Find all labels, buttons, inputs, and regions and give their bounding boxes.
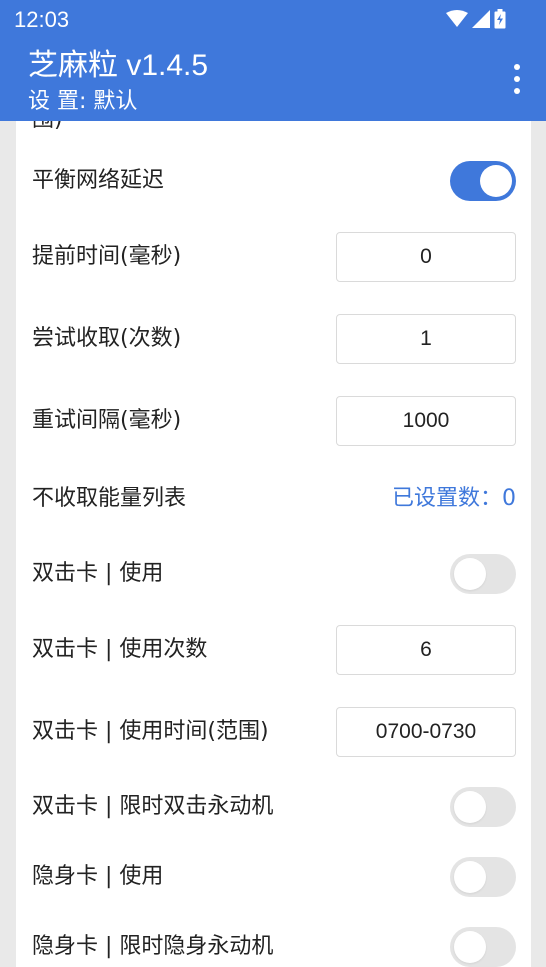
setting-double-card-limited: 双击卡 | 限时双击永动机 (16, 777, 531, 837)
setting-label: 隐身卡 | 限时隐身永动机 (32, 934, 274, 959)
retry-interval-input[interactable]: 1000 (336, 396, 516, 446)
setting-label: 双击卡 | 使用 (32, 561, 164, 586)
toggle-knob (454, 861, 486, 893)
try-collect-input[interactable]: 1 (336, 314, 516, 364)
double-card-limited-toggle[interactable] (450, 787, 516, 827)
setting-no-collect-list: 不收取能量列表 已设置数：0 (16, 469, 531, 529)
config-subtitle: 设 置: 默认 (28, 89, 138, 114)
toggle-knob (454, 791, 486, 823)
setting-double-card-use: 双击卡 | 使用 (16, 544, 531, 604)
toggle-knob (454, 931, 486, 963)
stealth-card-limited-toggle[interactable] (450, 927, 516, 967)
setting-label: 双击卡 | 使用次数 (32, 637, 208, 662)
clipped-previous-label: 围) (32, 121, 63, 135)
setting-stealth-card-limited: 隐身卡 | 限时隐身永动机 (16, 917, 531, 967)
setting-label: 尝试收取(次数) (32, 326, 182, 351)
setting-label: 重试间隔(毫秒) (32, 408, 182, 433)
status-bar: 12:03 (0, 0, 546, 40)
no-collect-list-link[interactable]: 已设置数：0 (392, 484, 516, 514)
menu-dot (514, 88, 520, 94)
balance-network-delay-toggle[interactable] (450, 161, 516, 201)
setting-double-card-count: 双击卡 | 使用次数 6 (16, 620, 531, 680)
double-card-use-toggle[interactable] (450, 554, 516, 594)
setting-label: 双击卡 | 使用时间(范围) (32, 719, 269, 744)
toggle-knob (454, 558, 486, 590)
toggle-knob (480, 165, 512, 197)
setting-label: 提前时间(毫秒) (32, 244, 182, 269)
double-card-time-input[interactable]: 0700-0730 (336, 707, 516, 757)
menu-dot (514, 76, 520, 82)
status-time: 12:03 (14, 7, 70, 32)
stealth-card-use-toggle[interactable] (450, 857, 516, 897)
wifi-icon (446, 10, 468, 27)
advance-time-input[interactable]: 0 (336, 232, 516, 282)
overflow-menu-icon[interactable] (512, 64, 522, 94)
menu-dot (514, 64, 520, 70)
setting-advance-time: 提前时间(毫秒) 0 (16, 227, 531, 287)
app-title: 芝麻粒 v1.4.5 (28, 49, 209, 82)
setting-label: 平衡网络延迟 (32, 168, 165, 193)
settings-list: 围) 平衡网络延迟 提前时间(毫秒) 0 尝试收取(次数) 1 重试间隔(毫秒)… (16, 121, 531, 967)
setting-label: 不收取能量列表 (32, 486, 187, 511)
setting-retry-interval: 重试间隔(毫秒) 1000 (16, 391, 531, 451)
setting-stealth-card-use: 隐身卡 | 使用 (16, 847, 531, 907)
app-header: 12:03 芝麻粒 v1.4.5 设 置: 默认 (0, 0, 546, 121)
setting-label: 隐身卡 | 使用 (32, 864, 164, 889)
status-icons (446, 8, 506, 30)
setting-balance-network-delay: 平衡网络延迟 (16, 151, 531, 211)
setting-try-collect: 尝试收取(次数) 1 (16, 309, 531, 369)
setting-double-card-time: 双击卡 | 使用时间(范围) 0700-0730 (16, 702, 531, 762)
battery-charging-icon (494, 9, 506, 29)
cell-signal-icon (472, 10, 490, 28)
setting-label: 双击卡 | 限时双击永动机 (32, 794, 274, 819)
double-card-count-input[interactable]: 6 (336, 625, 516, 675)
